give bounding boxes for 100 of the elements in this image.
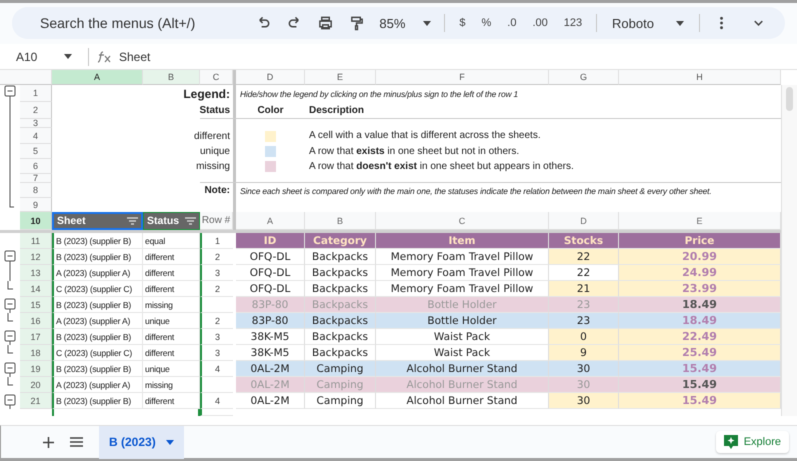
decrease-decimal-button[interactable]: .0 bbox=[502, 12, 522, 34]
column-header[interactable]: H bbox=[619, 70, 781, 85]
table-cell: Backpacks bbox=[305, 345, 376, 361]
description-header: Description bbox=[308, 104, 366, 118]
row-number[interactable]: 13 bbox=[20, 265, 52, 281]
row-number[interactable]: 18 bbox=[20, 345, 52, 361]
paint-roller-icon[interactable] bbox=[349, 15, 364, 31]
filter-icon[interactable] bbox=[185, 217, 196, 225]
status-header: Status bbox=[198, 104, 231, 118]
table-cell: B (2023) (supplier B) bbox=[52, 393, 143, 409]
row-number[interactable]: 14 bbox=[20, 281, 52, 297]
print-icon[interactable] bbox=[318, 15, 334, 31]
table-cell: 20.99 bbox=[619, 249, 781, 265]
caret-icon bbox=[676, 20, 684, 26]
legend-hint: Hide/show the legend by clicking on the minus/plus sign to the left of the row 1 bbox=[239, 88, 520, 101]
table-cell: Backpacks bbox=[305, 313, 376, 329]
row-number[interactable]: 21 bbox=[20, 393, 52, 409]
row-number[interactable]: 11 bbox=[20, 233, 52, 249]
scrollbar[interactable] bbox=[786, 87, 793, 111]
collapse-group-icon[interactable] bbox=[4, 297, 16, 313]
table-cell: different bbox=[143, 265, 200, 281]
column-header[interactable]: B bbox=[143, 70, 200, 85]
row-number[interactable]: 16 bbox=[20, 313, 52, 329]
row-number[interactable]: 17 bbox=[20, 329, 52, 345]
function-icon bbox=[97, 50, 111, 62]
column-header[interactable]: E bbox=[305, 70, 376, 85]
table-cell: 4 bbox=[200, 361, 233, 377]
caret-icon bbox=[423, 20, 432, 26]
font-dropdown[interactable]: Roboto bbox=[606, 14, 690, 32]
row-number[interactable]: 3 bbox=[20, 119, 52, 128]
name-box[interactable]: A10 bbox=[10, 48, 80, 64]
table-cell: 38K-M5 bbox=[236, 329, 305, 345]
table-cell: Alcohol Burner Stand bbox=[376, 393, 549, 409]
column-heading: Item bbox=[376, 233, 549, 249]
row-number[interactable]: 5 bbox=[20, 144, 52, 159]
row-number[interactable]: 12 bbox=[20, 249, 52, 265]
increase-decimal-button[interactable]: .00 bbox=[527, 12, 553, 34]
legend-title: Legend: bbox=[182, 86, 231, 102]
table-cell: B (2023) (supplier B) bbox=[52, 249, 143, 265]
note-label: Note: bbox=[203, 184, 231, 198]
column-header[interactable]: A bbox=[52, 70, 143, 85]
row-number[interactable]: 1 bbox=[20, 85, 52, 102]
filter-icon[interactable] bbox=[127, 217, 138, 225]
table-cell: Alcohol Burner Stand bbox=[376, 361, 549, 377]
table-cell: Memory Foam Travel Pillow bbox=[376, 265, 549, 281]
table-cell: different bbox=[143, 345, 200, 361]
row-number[interactable]: 20 bbox=[20, 377, 52, 393]
column-header[interactable]: D bbox=[236, 70, 305, 85]
row-number[interactable]: 19 bbox=[20, 361, 52, 377]
table-cell: 15.49 bbox=[619, 377, 781, 393]
filter-header[interactable]: Status bbox=[143, 212, 200, 230]
row-number[interactable]: 15 bbox=[20, 297, 52, 313]
sheet-tab[interactable]: B (2023) bbox=[99, 426, 184, 458]
table-cell: 83P-80 bbox=[236, 297, 305, 313]
table-cell: Camping bbox=[305, 361, 376, 377]
table-cell bbox=[200, 377, 233, 393]
table-cell: unique bbox=[143, 313, 200, 329]
table-cell: Alcohol Burner Stand bbox=[376, 377, 549, 393]
table-cell: Backpacks bbox=[305, 265, 376, 281]
table-cell: unique bbox=[143, 361, 200, 377]
row-number[interactable]: 7 bbox=[20, 174, 52, 183]
formula-value[interactable]: Sheet bbox=[119, 50, 150, 64]
table-cell: 0 bbox=[549, 329, 619, 345]
explore-button[interactable]: Explore bbox=[716, 431, 789, 453]
table-cell: Backpacks bbox=[305, 297, 376, 313]
row-number[interactable]: 10 bbox=[20, 212, 52, 230]
table-cell: 38K-M5 bbox=[236, 345, 305, 361]
row-number[interactable]: 9 bbox=[20, 198, 52, 212]
legend-status: missing bbox=[195, 160, 231, 174]
percent-button[interactable]: % bbox=[476, 12, 496, 34]
add-sheet-icon[interactable] bbox=[43, 436, 54, 448]
row-number[interactable]: 6 bbox=[20, 159, 52, 174]
filter-header[interactable]: Sheet bbox=[52, 212, 143, 230]
zoom-dropdown[interactable]: 85% bbox=[375, 14, 436, 32]
menu-icon[interactable] bbox=[70, 437, 83, 447]
table-cell: different bbox=[143, 281, 200, 297]
row-number[interactable]: 2 bbox=[20, 102, 52, 119]
table-cell: 24.99 bbox=[619, 265, 781, 281]
legend-description: A row that exists in one sheet but not in others. bbox=[308, 145, 520, 159]
column-header[interactable]: F bbox=[376, 70, 549, 85]
currency-button[interactable]: $ bbox=[454, 12, 470, 34]
collapse-group-icon[interactable] bbox=[4, 249, 16, 265]
table-cell: 2 bbox=[200, 281, 233, 297]
collapse-group-icon[interactable] bbox=[4, 393, 16, 409]
collapse-group-icon[interactable] bbox=[4, 85, 16, 209]
table-cell: 23 bbox=[549, 297, 619, 313]
collapse-group-icon[interactable] bbox=[4, 361, 16, 377]
number-format-button[interactable]: 123 bbox=[558, 12, 588, 34]
table-cell: 30 bbox=[549, 377, 619, 393]
legend-note: Since each sheet is compared only with the main one, the statuses indicate the relation between the main sheet & every other sheet. bbox=[239, 184, 713, 198]
table-cell: A (2023) (supplier A) bbox=[52, 265, 143, 281]
table-cell: 18.49 bbox=[619, 297, 781, 313]
column-header[interactable]: C bbox=[200, 70, 233, 85]
table-cell: 15.49 bbox=[619, 361, 781, 377]
column-heading: Stocks bbox=[549, 233, 619, 249]
row-number[interactable]: 8 bbox=[20, 183, 52, 198]
row-number[interactable]: 4 bbox=[20, 128, 52, 144]
column-header[interactable]: G bbox=[549, 70, 619, 85]
table-cell: C bbox=[376, 212, 549, 230]
collapse-group-icon[interactable] bbox=[4, 329, 16, 345]
